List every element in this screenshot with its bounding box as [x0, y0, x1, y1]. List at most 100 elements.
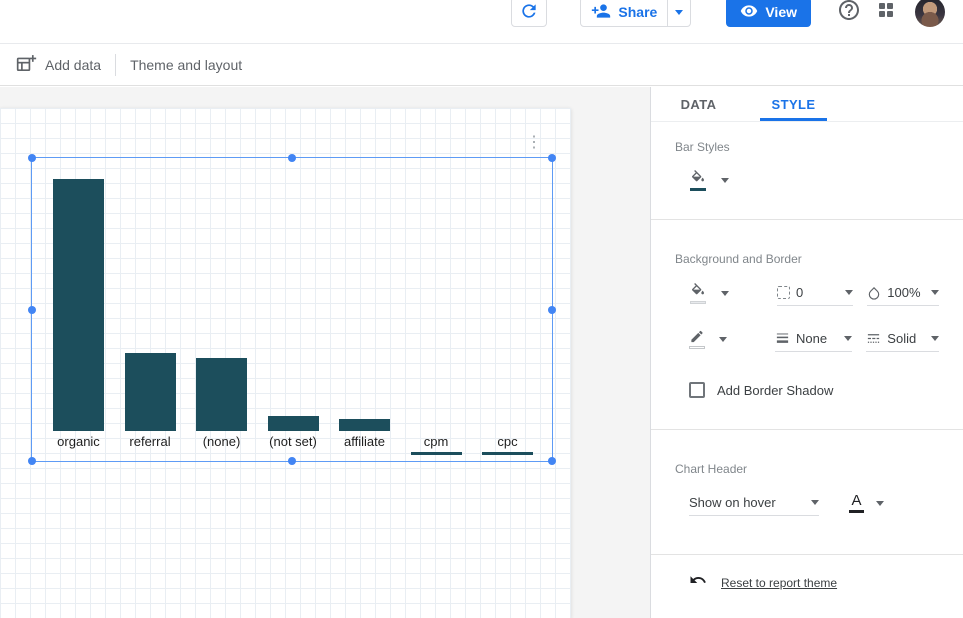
resize-handle-top-left[interactable]: [28, 154, 36, 162]
resize-handle-bottom-center[interactable]: [288, 457, 296, 465]
topbar: Share View: [0, 0, 963, 44]
properties-panel: DATA STYLE Bar Styles B: [650, 87, 963, 618]
undo-icon: [689, 571, 707, 594]
panel-tabs: DATA STYLE: [651, 87, 963, 122]
view-button-label: View: [765, 4, 797, 20]
axis-label-organic: organic: [53, 434, 104, 455]
reset-theme-button[interactable]: Reset to report theme: [689, 571, 939, 594]
resize-handle-bottom-left[interactable]: [28, 457, 36, 465]
apps-grid-button[interactable]: [877, 1, 895, 24]
chevron-down-icon: [721, 178, 729, 183]
resize-handle-bottom-right[interactable]: [548, 457, 556, 465]
toolbar-divider: [115, 54, 116, 76]
border-style-select[interactable]: Solid: [866, 326, 939, 352]
border-color-swatch: [689, 346, 705, 349]
bar-chart-axis-labels: organic referral (none) (not set) affiliate c…: [53, 434, 533, 455]
section-bar-styles: Bar Styles: [651, 122, 963, 220]
chart-header-visibility-select[interactable]: Show on hover: [689, 490, 819, 516]
tab-data[interactable]: DATA: [651, 87, 746, 121]
section-footer: Reset to report theme: [651, 555, 963, 594]
bar-styles-title: Bar Styles: [675, 140, 939, 154]
border-weight-select[interactable]: None: [775, 326, 852, 352]
bar-referral[interactable]: [125, 353, 176, 431]
bar-cpc[interactable]: [482, 452, 533, 455]
background-color-swatch: [690, 301, 706, 304]
border-style-value: Solid: [887, 331, 916, 346]
report-canvas[interactable]: ⋮ organic referral (none) (not set) affiliat…: [0, 108, 571, 618]
chevron-down-icon: [845, 290, 853, 295]
bar-fill-color-picker[interactable]: [689, 170, 729, 191]
bar-fill-swatch: [690, 188, 706, 191]
chart-more-menu[interactable]: ⋮: [522, 133, 546, 153]
section-background-border: Background and Border 0: [651, 220, 963, 430]
pencil-icon: [689, 329, 705, 349]
app-window: Share View: [0, 0, 963, 618]
border-shadow-checkbox[interactable]: [689, 382, 705, 398]
background-color-picker[interactable]: [689, 283, 729, 304]
opacity-value: 100%: [887, 285, 920, 300]
font-color-swatch: [849, 510, 864, 513]
add-data-icon: [16, 54, 37, 76]
resize-handle-mid-left[interactable]: [28, 306, 36, 314]
refresh-icon: [519, 1, 539, 24]
help-icon: [837, 0, 861, 27]
bar-chart: [53, 158, 533, 431]
axis-label-referral: referral: [125, 434, 176, 455]
bar-affiliate[interactable]: [339, 419, 390, 431]
chevron-down-icon: [931, 290, 939, 295]
chart-header-font-color-picker[interactable]: A: [849, 493, 884, 513]
axis-label-affiliate: affiliate: [339, 434, 390, 455]
resize-handle-mid-right[interactable]: [548, 306, 556, 314]
chart-header-visibility-value: Show on hover: [689, 495, 776, 510]
resize-handle-top-right[interactable]: [548, 154, 556, 162]
chevron-down-icon: [931, 336, 939, 341]
resize-handle-top-center[interactable]: [288, 154, 296, 162]
topbar-actions: Share View: [511, 0, 945, 27]
theme-layout-button[interactable]: Theme and layout: [130, 57, 242, 73]
chart-header-title: Chart Header: [675, 462, 939, 476]
line-style-icon: [866, 331, 881, 346]
share-button[interactable]: Share: [581, 0, 667, 26]
chevron-down-icon: [844, 336, 852, 341]
bar-(none)[interactable]: [196, 358, 247, 431]
paint-bucket-icon: [689, 283, 707, 304]
refresh-button[interactable]: [511, 0, 547, 27]
line-weight-icon: [775, 331, 790, 346]
corner-radius-value: 0: [796, 285, 803, 300]
axis-label-(not set): (not set): [268, 434, 319, 455]
theme-layout-label: Theme and layout: [130, 57, 242, 73]
help-button[interactable]: [837, 0, 861, 27]
chart-selection[interactable]: organic referral (none) (not set) affiliate c…: [31, 157, 553, 462]
border-shadow-label: Add Border Shadow: [717, 383, 833, 398]
bar-cpm[interactable]: [411, 452, 462, 455]
axis-label-cpm: cpm: [411, 434, 462, 455]
border-color-picker[interactable]: [689, 329, 727, 349]
chevron-down-icon: [876, 501, 884, 506]
bar-(not set)[interactable]: [268, 416, 319, 431]
opacity-select[interactable]: 100%: [867, 280, 939, 306]
add-data-label: Add data: [45, 57, 101, 73]
section-chart-header: Chart Header Show on hover A: [651, 430, 963, 555]
apps-grid-icon: [877, 1, 895, 24]
chevron-down-icon: [675, 10, 683, 15]
chevron-down-icon: [721, 291, 729, 296]
border-weight-value: None: [796, 331, 827, 346]
background-border-title: Background and Border: [675, 252, 939, 266]
view-button[interactable]: View: [726, 0, 811, 27]
tab-style[interactable]: STYLE: [746, 87, 841, 121]
avatar[interactable]: [915, 0, 945, 27]
axis-label-(none): (none): [196, 434, 247, 455]
add-data-button[interactable]: Add data: [16, 54, 101, 76]
chevron-down-icon: [719, 337, 727, 342]
reset-theme-link[interactable]: Reset to report theme: [721, 576, 837, 590]
font-color-icon: A: [849, 493, 864, 513]
share-button-label: Share: [618, 4, 657, 20]
share-dropdown-arrow[interactable]: [668, 0, 690, 26]
corner-radius-select[interactable]: 0: [777, 280, 853, 306]
main-area: ⋮ organic referral (none) (not set) affiliat…: [0, 87, 963, 618]
chevron-down-icon: [811, 500, 819, 505]
corner-radius-icon: [777, 286, 790, 299]
bar-organic[interactable]: [53, 179, 104, 431]
person-add-icon: [591, 1, 611, 24]
eye-icon: [740, 2, 758, 23]
